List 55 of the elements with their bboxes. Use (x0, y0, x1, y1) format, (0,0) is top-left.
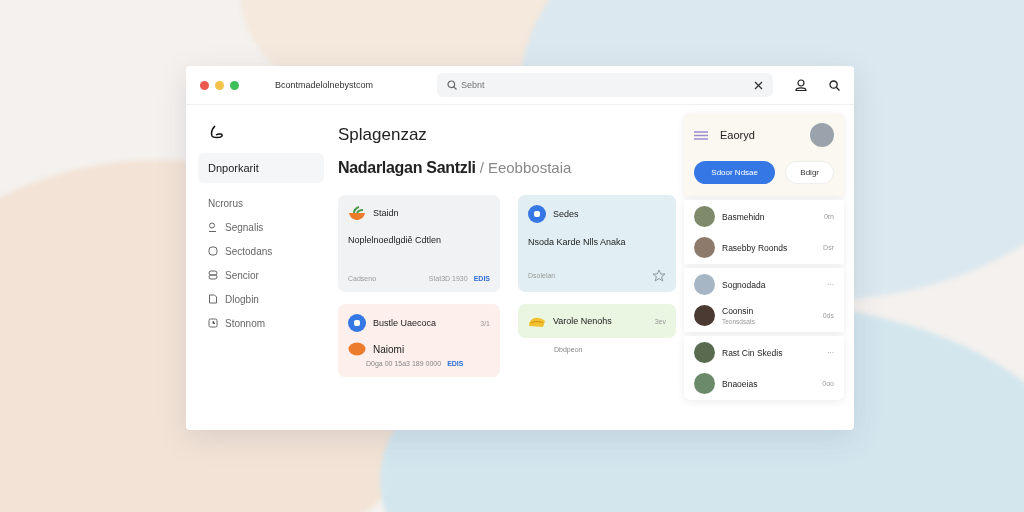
sidebar-item[interactable]: Sectodans (198, 241, 324, 261)
sidebar-item[interactable]: Ncrorus (198, 193, 324, 213)
sidebar-item[interactable]: Dlogbin (198, 289, 324, 309)
sidebar-item[interactable]: Stonnom (198, 313, 324, 333)
avatar (694, 373, 715, 394)
page-title: Splagenzaz (338, 125, 428, 145)
search-icon (447, 80, 457, 90)
sidebar-item[interactable]: Sencior (198, 265, 324, 285)
avatar (694, 342, 715, 363)
circle-icon (528, 205, 546, 223)
avatar (694, 305, 715, 326)
sidebar-icon (208, 246, 218, 256)
circle-icon (348, 342, 366, 356)
secondary-button[interactable]: Bdigr (785, 161, 834, 184)
sidebar-icon (208, 222, 218, 232)
card-title: Varole Nenohs (553, 316, 612, 326)
contact-name[interactable]: Basmehidn (722, 211, 817, 222)
card-title: Sedes (553, 209, 579, 219)
primary-button[interactable]: Sdoor Ndsae (694, 161, 776, 184)
contact-name[interactable]: Rast Cin Skedis (722, 347, 820, 358)
circle-icon (348, 314, 366, 332)
close-icon[interactable] (754, 80, 763, 90)
contact-name[interactable]: Rasebby Roonds (722, 242, 817, 253)
menu-icon[interactable] (694, 130, 708, 140)
card-subtitle: Naiomi (373, 343, 405, 355)
bowl-icon (348, 205, 366, 221)
card-title: Staidn (373, 208, 399, 218)
card-text: Nsoda Karde Nlls Anaka (528, 237, 627, 249)
avatar (694, 206, 715, 227)
window-control-dot[interactable] (200, 80, 209, 90)
star-icon[interactable] (652, 269, 666, 282)
avatar (694, 274, 715, 295)
breadcrumb-separator: / (479, 159, 484, 176)
logo-icon (210, 125, 224, 139)
contact-name[interactable]: Coonsin (722, 306, 816, 316)
search-icon[interactable] (829, 79, 840, 91)
avatar (694, 237, 715, 258)
sidebar-icon (208, 270, 218, 280)
section-heading: Nadarlagan Santzli (338, 159, 476, 177)
sidebar-icon (208, 318, 218, 328)
card-title: Bustle Uaecoca (373, 318, 437, 328)
panel-title: Eaoryd (720, 129, 756, 141)
sidebar-icon (208, 294, 218, 304)
window-control-dot[interactable] (215, 80, 224, 90)
window-control-dot[interactable] (230, 80, 239, 90)
card-text: Noplelnoedlgdiě Cdtlen (348, 235, 443, 247)
window-title: Bcontmadelolnebystcom (275, 80, 375, 90)
sidebar-item[interactable]: Dnporkarit (198, 153, 324, 183)
contact-name[interactable]: Sognodada (722, 279, 820, 290)
contact-name[interactable]: Bnaoeias (722, 378, 816, 389)
breadcrumb-link[interactable]: Eeobbostaia (487, 159, 572, 176)
sidebar-item[interactable]: Segnalis (198, 217, 324, 237)
user-icon[interactable] (795, 79, 807, 91)
search-field[interactable]: Sebnt (437, 73, 773, 97)
avatar (810, 123, 834, 147)
